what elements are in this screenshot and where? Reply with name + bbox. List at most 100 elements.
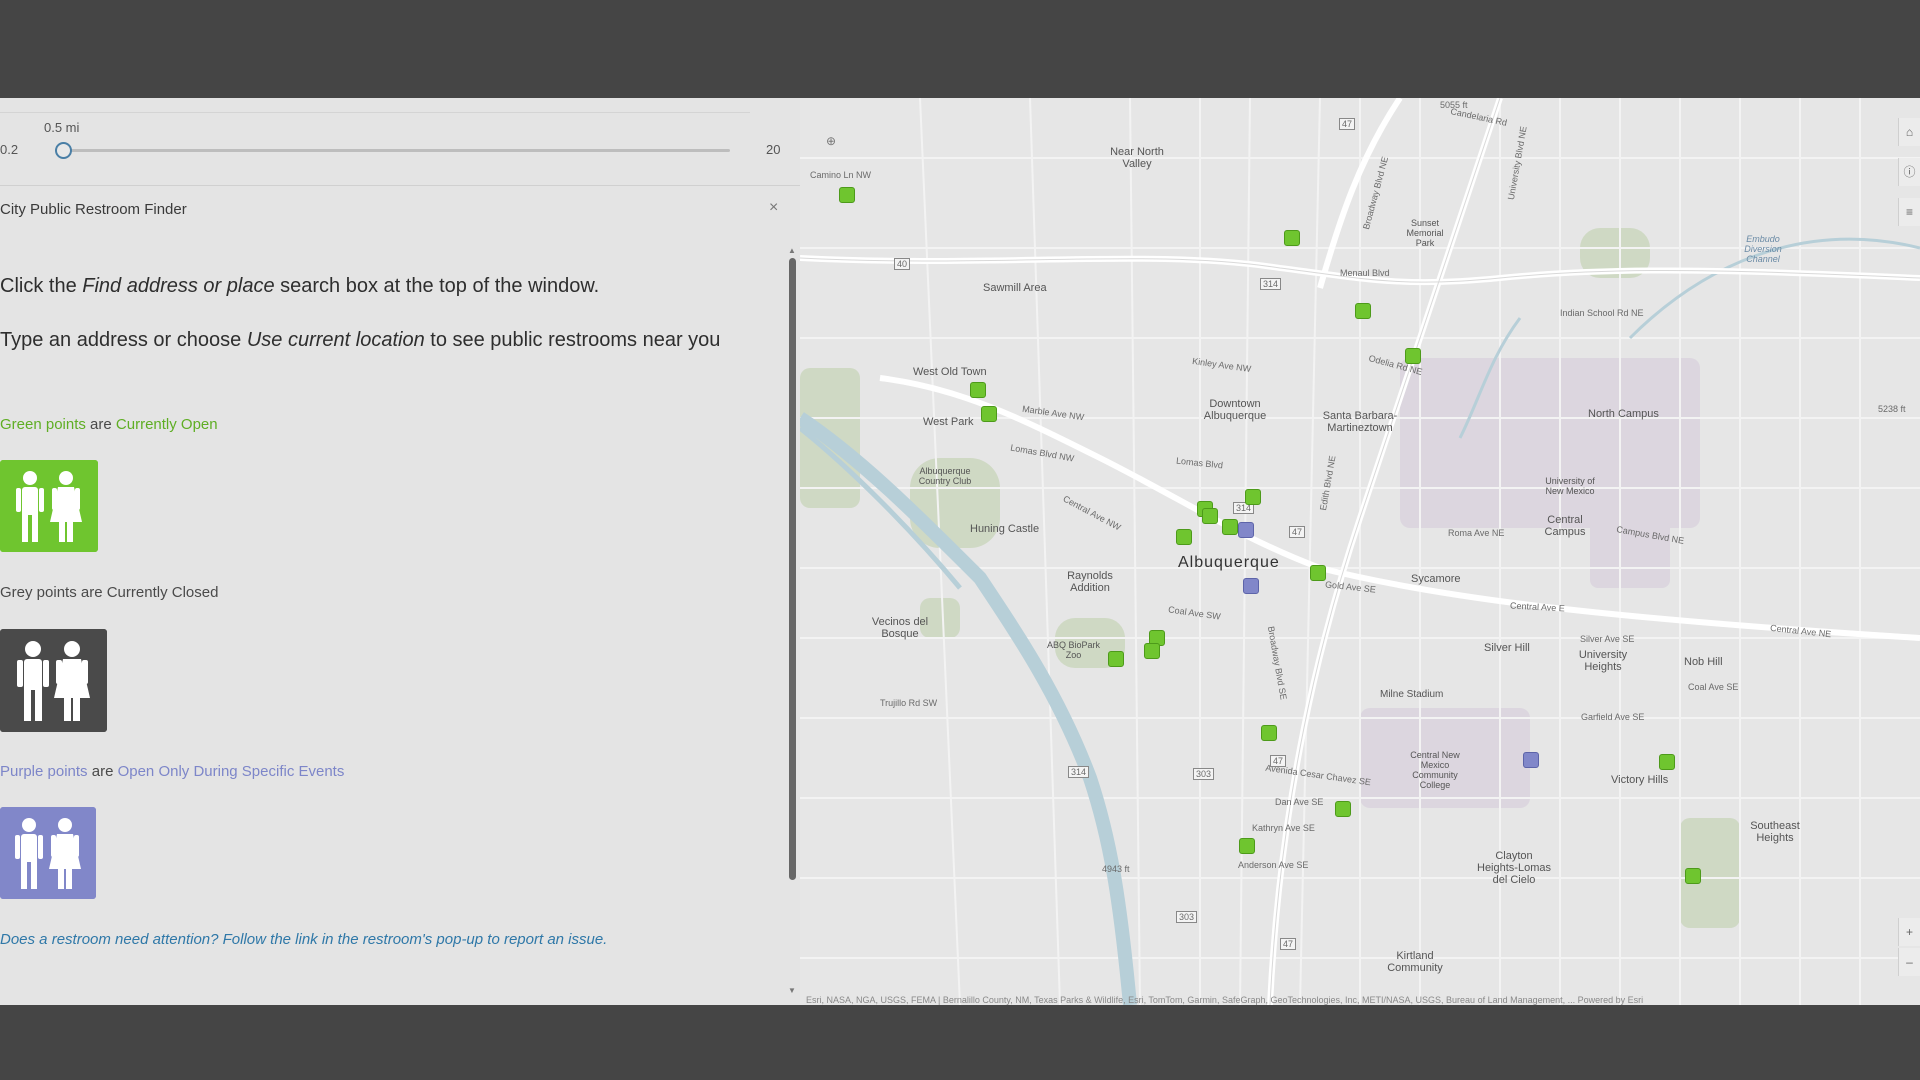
map-label-cnm: Central New Mexico Community College xyxy=(1410,750,1460,790)
restroom-pin-open[interactable] xyxy=(1685,868,1701,884)
street-roma: Roma Ave NE xyxy=(1448,528,1505,538)
report-issue-note[interactable]: Does a restroom need attention? Follow t… xyxy=(0,931,607,948)
map-label-unm: University of New Mexico xyxy=(1545,476,1595,496)
legend-connector: are xyxy=(87,763,118,780)
map-label-sunset-memorial: Sunset Memorial Park xyxy=(1406,218,1444,248)
street-trujillo: Trujillo Rd SW xyxy=(880,698,938,708)
legend-events-label: Purple points xyxy=(0,763,88,780)
scroll-thumb[interactable] xyxy=(789,258,796,880)
map-label-west-park: West Park xyxy=(923,416,974,428)
restroom-pin-open[interactable] xyxy=(839,187,855,203)
street-silver: Silver Ave SE xyxy=(1580,634,1635,644)
map-label-huning-castle: Huning Castle xyxy=(970,523,1040,535)
slider-min-label: 0.2 xyxy=(0,142,19,157)
map-label-embudo: Embudo Diversion Channel xyxy=(1744,234,1782,264)
legend-open-label: Green points xyxy=(0,416,86,433)
elevation-label: 5238 ft xyxy=(1878,404,1906,414)
instruction-location: Type an address or choose Use current lo… xyxy=(0,322,760,359)
restroom-pin-events[interactable] xyxy=(1238,522,1254,538)
route-shield: 314 xyxy=(1260,278,1282,290)
legend-events-status: Open Only During Specific Events xyxy=(117,763,345,780)
restroom-pin-open[interactable] xyxy=(1335,801,1351,817)
route-shield: 314 xyxy=(1068,766,1090,778)
street-menaul: Menaul Blvd xyxy=(1340,268,1390,278)
divider xyxy=(0,112,750,113)
map-label-sawmill: Sawmill Area xyxy=(983,282,1047,294)
restroom-pin-open[interactable] xyxy=(1176,529,1192,545)
restroom-pin-open[interactable] xyxy=(1144,643,1160,659)
map-label-nob-hill: Nob Hill xyxy=(1684,656,1723,668)
restroom-pin-open[interactable] xyxy=(981,406,997,422)
instruction-search: Click the Find address or place search b… xyxy=(0,268,760,305)
map-label-victory-hills: Victory Hills xyxy=(1611,774,1669,786)
legend-events: Purple points are Open Only During Speci… xyxy=(0,763,344,780)
restroom-pin-events[interactable] xyxy=(1243,578,1259,594)
map-label-sycamore: Sycamore xyxy=(1411,573,1461,585)
restroom-pin-open[interactable] xyxy=(1310,565,1326,581)
map-label-downtown: Downtown Albuquerque xyxy=(1203,398,1267,422)
map-label-near-north-valley: Near North Valley xyxy=(1110,146,1164,170)
map-label-zoo: ABQ BioPark Zoo xyxy=(1046,640,1101,660)
street-garfield: Garfield Ave SE xyxy=(1581,712,1645,722)
distance-slider-area: 0.5 mi 0.2 20 xyxy=(0,98,800,186)
instruction-text: to see public restrooms near you xyxy=(424,329,721,351)
restroom-pin-open[interactable] xyxy=(1261,725,1277,741)
legend-open-status: Currently Open xyxy=(115,416,218,433)
home-icon[interactable]: ⌂ xyxy=(1898,118,1920,146)
zoom-out-button[interactable]: – xyxy=(1898,948,1920,976)
restroom-pin-open[interactable] xyxy=(1355,303,1371,319)
side-panel: 0.5 mi 0.2 20 City Public Restroom Finde… xyxy=(0,98,800,1005)
route-shield: 47 xyxy=(1339,118,1356,130)
slider-max-label: 20 xyxy=(766,142,781,157)
restroom-pin-open[interactable] xyxy=(1108,651,1124,667)
zoom-in-button[interactable]: + xyxy=(1898,918,1920,946)
compass-icon[interactable]: ⊕ xyxy=(820,130,842,152)
street-dan: Dan Ave SE xyxy=(1275,797,1324,807)
map-label-country-club: Albuquerque Country Club xyxy=(918,466,972,486)
restroom-pin-open[interactable] xyxy=(970,382,986,398)
layers-icon[interactable]: ≡ xyxy=(1898,198,1920,226)
map-view[interactable]: Near North Valley Sawmill Area West Old … xyxy=(800,98,1920,1005)
route-shield: 303 xyxy=(1193,768,1215,780)
map-label-southeast-heights: Southeast Heights xyxy=(1750,820,1800,844)
restroom-pin-open[interactable] xyxy=(1405,348,1421,364)
restroom-pin-open[interactable] xyxy=(1202,508,1218,524)
map-label-central-campus: Central Campus xyxy=(1544,514,1586,538)
scroll-up-arrow-icon[interactable]: ▲ xyxy=(788,246,796,255)
distance-slider-thumb[interactable] xyxy=(55,142,72,159)
widget-title: City Public Restroom Finder xyxy=(0,201,187,218)
street-anderson: Anderson Ave SE xyxy=(1238,860,1309,870)
restroom-pin-open[interactable] xyxy=(1245,489,1261,505)
elevation-label: 5055 ft xyxy=(1440,100,1468,110)
map-label-clayton-heights: Clayton Heights-Lomas del Cielo xyxy=(1477,850,1551,886)
route-shield: 303 xyxy=(1176,911,1198,923)
distance-slider-track[interactable] xyxy=(62,149,730,152)
panel-scrollbar[interactable]: ▲ ▼ xyxy=(788,246,797,996)
restroom-pin-open[interactable] xyxy=(1659,754,1675,770)
route-shield: 47 xyxy=(1289,526,1306,538)
restroom-pin-events[interactable] xyxy=(1523,752,1539,768)
info-icon[interactable]: ⓘ xyxy=(1898,158,1920,186)
street-indian-school: Indian School Rd NE xyxy=(1560,308,1644,318)
restroom-pin-open[interactable] xyxy=(1222,519,1238,535)
map-label-silver-hill: Silver Hill xyxy=(1484,642,1530,654)
close-button[interactable]: × xyxy=(769,199,778,217)
scroll-down-arrow-icon[interactable]: ▼ xyxy=(788,986,796,995)
map-label-milne-stadium: Milne Stadium xyxy=(1380,689,1444,700)
map-label-vecinos: Vecinos del Bosque xyxy=(871,616,929,640)
restroom-pin-open[interactable] xyxy=(1239,838,1255,854)
map-label-university-heights: University Heights xyxy=(1578,649,1628,673)
elevation-label: 4943 ft xyxy=(1102,864,1130,874)
route-shield: 47 xyxy=(1280,938,1297,950)
restroom-pin-open[interactable] xyxy=(1284,230,1300,246)
map-label-raynolds: Raynolds Addition xyxy=(1067,570,1113,594)
legend-open: Green points are Currently Open xyxy=(0,416,218,433)
map-label-west-old-town: West Old Town xyxy=(913,366,987,378)
map-label-albuquerque: Albuquerque xyxy=(1178,554,1280,571)
map-label-kirtland: Kirtland Community xyxy=(1387,950,1443,974)
legend-connector: are xyxy=(85,416,116,433)
restroom-events-icon xyxy=(0,807,96,899)
map-label-north-campus: North Campus xyxy=(1588,408,1659,420)
street-kathryn-1: Kathryn Ave SE xyxy=(1252,823,1315,833)
instruction-emphasis: Find address or place xyxy=(82,275,275,297)
